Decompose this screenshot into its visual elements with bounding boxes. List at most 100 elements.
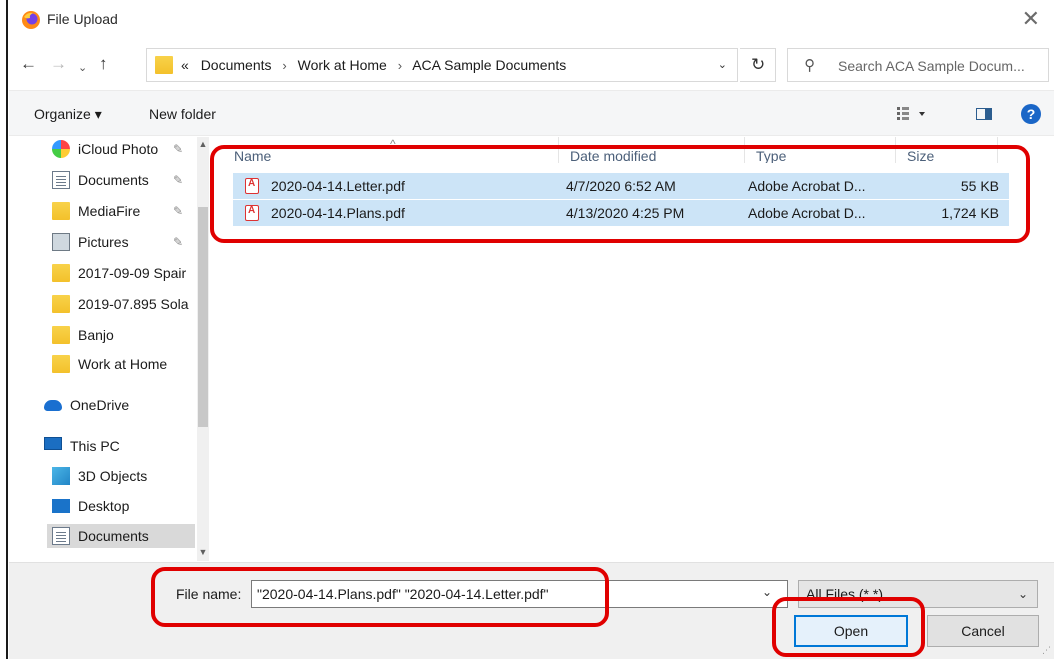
file-name-label: File name: (176, 586, 242, 602)
folder-icon (52, 295, 70, 313)
pdf-file-icon (245, 178, 259, 194)
sidebar-item-onedrive[interactable]: OneDrive (39, 393, 189, 417)
sidebar-item-2017-spain[interactable]: 2017-09-09 Spair (47, 261, 197, 285)
sidebar-item-label: 2017-09-09 Spair (78, 265, 187, 281)
sidebar-item-label: Work at Home (78, 356, 168, 372)
sidebar-item-label: MediaFire (78, 203, 141, 219)
file-size: 1,724 KB (941, 205, 999, 221)
command-toolbar: Organize ▾ New folder ? (9, 90, 1054, 136)
firefox-icon (22, 11, 40, 29)
file-row[interactable]: 2020-04-14.Plans.pdf 4/13/2020 4:25 PM A… (233, 200, 1009, 226)
sidebar-item-label: Documents (78, 172, 149, 188)
sidebar-item-icloud-photos[interactable]: iCloud Photo ✎ (47, 137, 197, 161)
sidebar-item-label: iCloud Photo (78, 141, 159, 157)
breadcrumb-item-aca-sample-documents[interactable]: ACA Sample Documents (412, 57, 566, 73)
pin-icon: ✎ (173, 142, 184, 156)
search-input[interactable]: ⚲ Search ACA Sample Docum... (787, 48, 1049, 82)
sidebar-item-banjo[interactable]: Banjo (47, 323, 197, 347)
file-date: 4/7/2020 6:52 AM (566, 178, 676, 194)
sidebar-item-label: Documents (78, 528, 149, 544)
open-button[interactable]: Open (794, 615, 908, 647)
column-header-date-modified[interactable]: Date modified (559, 137, 745, 163)
file-date: 4/13/2020 4:25 PM (566, 205, 685, 221)
folder-icon (52, 202, 70, 220)
sidebar-item-pictures[interactable]: Pictures ✎ (47, 230, 197, 254)
navigation-bar: ← → ⌄ ↑ « Documents › Work at Home › ACA… (9, 44, 1054, 88)
pin-icon: ✎ (173, 173, 184, 187)
file-size: 55 KB (960, 178, 999, 194)
file-type-value: All Files (*.*) (806, 586, 884, 602)
up-arrow-icon[interactable]: ↑ (99, 54, 108, 74)
breadcrumb-item-documents[interactable]: Documents (201, 57, 272, 73)
dialog-footer: File name: ⌄ All Files (*.*) ⌄ Open Canc… (9, 562, 1054, 659)
pin-icon: ✎ (173, 235, 184, 249)
sidebar-item-desktop[interactable]: Desktop (47, 494, 197, 518)
cancel-button[interactable]: Cancel (927, 615, 1039, 647)
help-icon[interactable]: ? (1021, 104, 1041, 124)
column-header-label: Type (756, 148, 787, 163)
sidebar-item-this-pc[interactable]: This PC (39, 434, 189, 458)
3d-objects-icon (52, 467, 70, 485)
file-name: 2020-04-14.Plans.pdf (271, 205, 405, 221)
sidebar-item-label: Pictures (78, 234, 129, 250)
chevron-down-icon: ⌄ (1017, 587, 1028, 601)
forward-arrow-icon[interactable]: → (50, 54, 67, 74)
breadcrumb-overflow[interactable]: « (181, 57, 189, 73)
folder-icon (52, 264, 70, 282)
title-bar: File Upload ✕ (9, 0, 1054, 42)
resize-grip-icon[interactable]: ⋰ (1042, 645, 1051, 656)
chevron-down-icon[interactable]: ⌄ (718, 58, 727, 71)
file-type: Adobe Acrobat D... (748, 178, 866, 194)
column-header-name[interactable]: Name ^ (223, 137, 559, 163)
icloud-photos-icon (52, 140, 70, 158)
file-name-input[interactable] (251, 580, 788, 608)
refresh-button[interactable]: ↻ (740, 48, 776, 82)
address-bar[interactable]: « Documents › Work at Home › ACA Sample … (146, 48, 738, 82)
new-folder-button[interactable]: New folder (149, 106, 216, 122)
close-icon[interactable]: ✕ (1022, 7, 1040, 31)
breadcrumb-separator[interactable]: › (398, 58, 402, 73)
organize-menu-button[interactable]: Organize ▾ (34, 106, 102, 123)
sidebar-item-documents-quick[interactable]: Documents ✎ (47, 168, 197, 192)
file-type-select[interactable]: All Files (*.*) ⌄ (798, 580, 1038, 608)
file-type: Adobe Acrobat D... (748, 205, 866, 221)
sidebar-item-label: Banjo (78, 327, 114, 343)
scroll-down-icon[interactable]: ▼ (197, 547, 209, 557)
preview-pane-icon[interactable] (976, 108, 992, 120)
sidebar-item-label: 2019-07.895 Sola (78, 296, 189, 312)
navigation-pane: iCloud Photo ✎ Documents ✎ MediaFire ✎ P… (9, 137, 209, 561)
recent-locations-chevron-icon[interactable]: ⌄ (78, 58, 87, 78)
onedrive-icon (44, 400, 62, 411)
sidebar-item-label: Desktop (78, 498, 130, 514)
document-icon (52, 171, 70, 189)
sidebar-item-documents[interactable]: Documents (47, 524, 195, 548)
file-row[interactable]: 2020-04-14.Letter.pdf 4/7/2020 6:52 AM A… (233, 173, 1009, 199)
sidebar-item-2019-solar[interactable]: 2019-07.895 Sola (47, 292, 197, 316)
desktop-icon (52, 499, 70, 513)
breadcrumb-separator[interactable]: › (282, 58, 286, 73)
file-upload-dialog: File Upload ✕ ← → ⌄ ↑ « Documents › Work… (9, 0, 1054, 659)
sidebar-scrollbar-thumb[interactable] (198, 207, 208, 427)
column-header-type[interactable]: Type (745, 137, 896, 163)
sidebar-item-label: 3D Objects (78, 468, 148, 484)
search-icon: ⚲ (804, 57, 815, 74)
document-icon (52, 527, 70, 545)
sidebar-item-work-at-home[interactable]: Work at Home (47, 352, 197, 376)
change-view-icon[interactable] (895, 103, 931, 125)
computer-icon (44, 437, 62, 450)
folder-icon (52, 326, 70, 344)
sidebar-item-3d-objects[interactable]: 3D Objects (47, 464, 197, 488)
scroll-up-icon[interactable]: ▲ (197, 139, 209, 149)
breadcrumb-item-work-at-home[interactable]: Work at Home (298, 57, 387, 73)
column-header-label: Size (907, 148, 935, 163)
back-arrow-icon[interactable]: ← (20, 54, 37, 74)
column-header-size[interactable]: Size (896, 137, 998, 163)
sidebar-item-label: OneDrive (70, 397, 130, 413)
column-header-label: Name (234, 148, 272, 163)
folder-icon (155, 56, 173, 74)
search-placeholder: Search ACA Sample Docum... (838, 58, 1025, 74)
file-list: Name ^ Date modified Type Size 2020-04-1… (223, 137, 1054, 561)
chevron-down-icon[interactable]: ⌄ (762, 585, 772, 599)
column-header-label: Date modified (570, 148, 657, 163)
sidebar-item-mediafire[interactable]: MediaFire ✎ (47, 199, 197, 223)
